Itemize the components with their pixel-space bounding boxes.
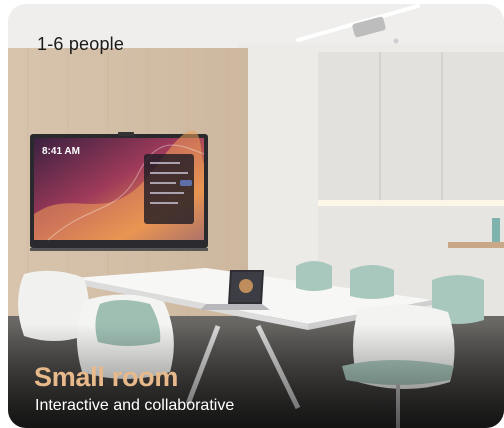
display-clock: 8:41 AM xyxy=(42,146,80,157)
room-subtitle: Interactive and collaborative xyxy=(35,397,235,414)
room-title: Small room xyxy=(34,362,179,392)
capacity-label: 1-6 people xyxy=(37,34,125,54)
room-card[interactable]: 8:41 AM 1-6 people Small room Interactiv… xyxy=(8,4,504,428)
